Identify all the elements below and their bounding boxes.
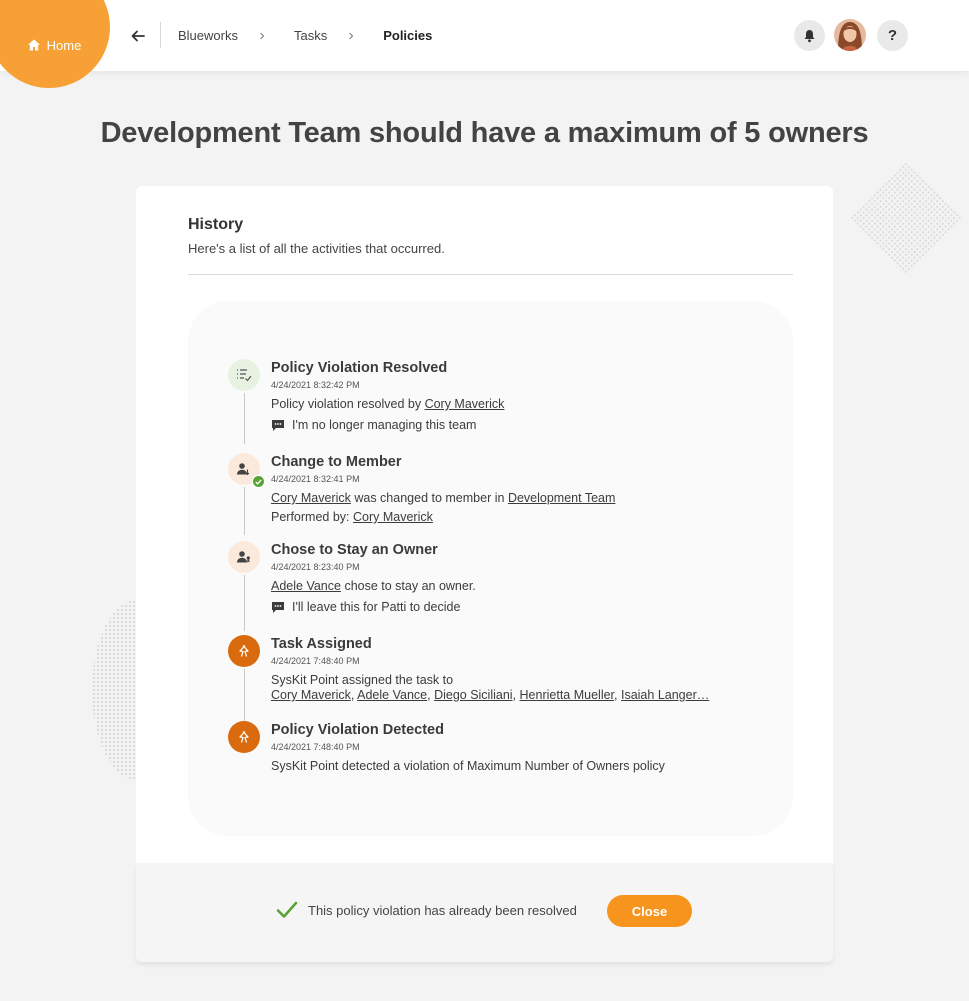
event-time: 4/24/2021 8:32:41 PM [271,474,360,484]
event-time: 4/24/2021 8:23:40 PM [271,562,360,572]
chevron-right-icon [349,32,354,39]
event-title: Task Assigned [271,636,372,652]
back-arrow-icon[interactable] [130,28,146,44]
timeline-connector [244,393,245,444]
timeline-connector [244,669,245,721]
event-title: Policy Violation Detected [271,722,444,738]
resolved-status: This policy violation has already been r… [276,901,577,919]
home-icon [27,39,40,51]
help-button[interactable]: ? [877,20,908,51]
event-time: 4/24/2021 8:32:42 PM [271,380,360,390]
user-link[interactable]: Diego Siciliani [434,688,513,702]
bell-icon [804,29,815,42]
checkmark-icon [276,901,298,918]
history-title: History [188,216,244,233]
event-text: was changed to member in [354,491,505,505]
chevron-right-icon [260,32,265,39]
notifications-button[interactable] [794,20,825,51]
policy-list-check-icon [228,359,260,391]
event-time: 4/24/2021 7:48:40 PM [271,656,360,666]
user-link[interactable]: Adele Vance [271,579,341,593]
event-text: SysKit Point detected a violation of Max… [271,759,665,773]
user-link[interactable]: Cory Maverick [271,491,351,505]
status-text: This policy violation has already been r… [308,902,577,918]
close-button[interactable]: Close [607,895,692,927]
divider [188,274,793,275]
history-subtitle: Here's a list of all the activities that… [188,241,445,256]
user-link[interactable]: Cory Maverick [425,397,505,411]
breadcrumb-tasks[interactable]: Tasks [294,28,327,43]
event-comment: I'm no longer managing this team [292,418,477,432]
avatar[interactable] [834,19,866,51]
history-card: History Here's a list of all the activit… [136,186,833,863]
breadcrumb: Blueworks Tasks Policies [178,28,432,43]
user-link[interactable]: Henrietta Mueller [520,688,615,702]
footer-bar: This policy violation has already been r… [136,863,833,962]
history-timeline: Policy Violation Resolved 4/24/2021 8:32… [188,301,793,836]
breadcrumb-blueworks[interactable]: Blueworks [178,28,238,43]
help-icon: ? [887,27,898,44]
timeline-connector [244,487,245,535]
event-title: Chose to Stay an Owner [271,542,438,558]
decorative-dots [849,161,963,275]
breadcrumb-policies: Policies [383,28,433,43]
check-icon [252,475,265,488]
home-button[interactable]: Home [0,0,110,88]
event-text: Policy violation resolved by [271,397,422,411]
team-link[interactable]: Development Team [508,491,615,505]
event-text: SysKit Point assigned the task to [271,673,454,687]
user-link[interactable]: Isaiah Langer… [621,688,709,702]
header-divider [160,22,161,48]
comment-icon [272,601,284,613]
event-title: Policy Violation Resolved [271,360,448,376]
top-bar: Blueworks Tasks Policies ? [0,0,969,71]
user-link[interactable]: Cory Maverick [271,688,351,702]
comment-icon [272,419,284,431]
home-label: Home [46,37,82,53]
syskit-icon [228,721,260,753]
user-owner-icon [228,541,260,573]
event-time: 4/24/2021 7:48:40 PM [271,742,360,752]
performed-by-label: Performed by: [271,510,350,524]
event-text: chose to stay an owner. [344,579,476,593]
event-comment: I'll leave this for Patti to decide [292,600,461,614]
timeline-connector [244,575,245,631]
user-link[interactable]: Adele Vance [357,688,427,702]
syskit-icon [228,635,260,667]
user-link[interactable]: Cory Maverick [353,510,433,524]
page-title: Development Team should have a maximum o… [100,117,869,149]
event-title: Change to Member [271,454,402,470]
